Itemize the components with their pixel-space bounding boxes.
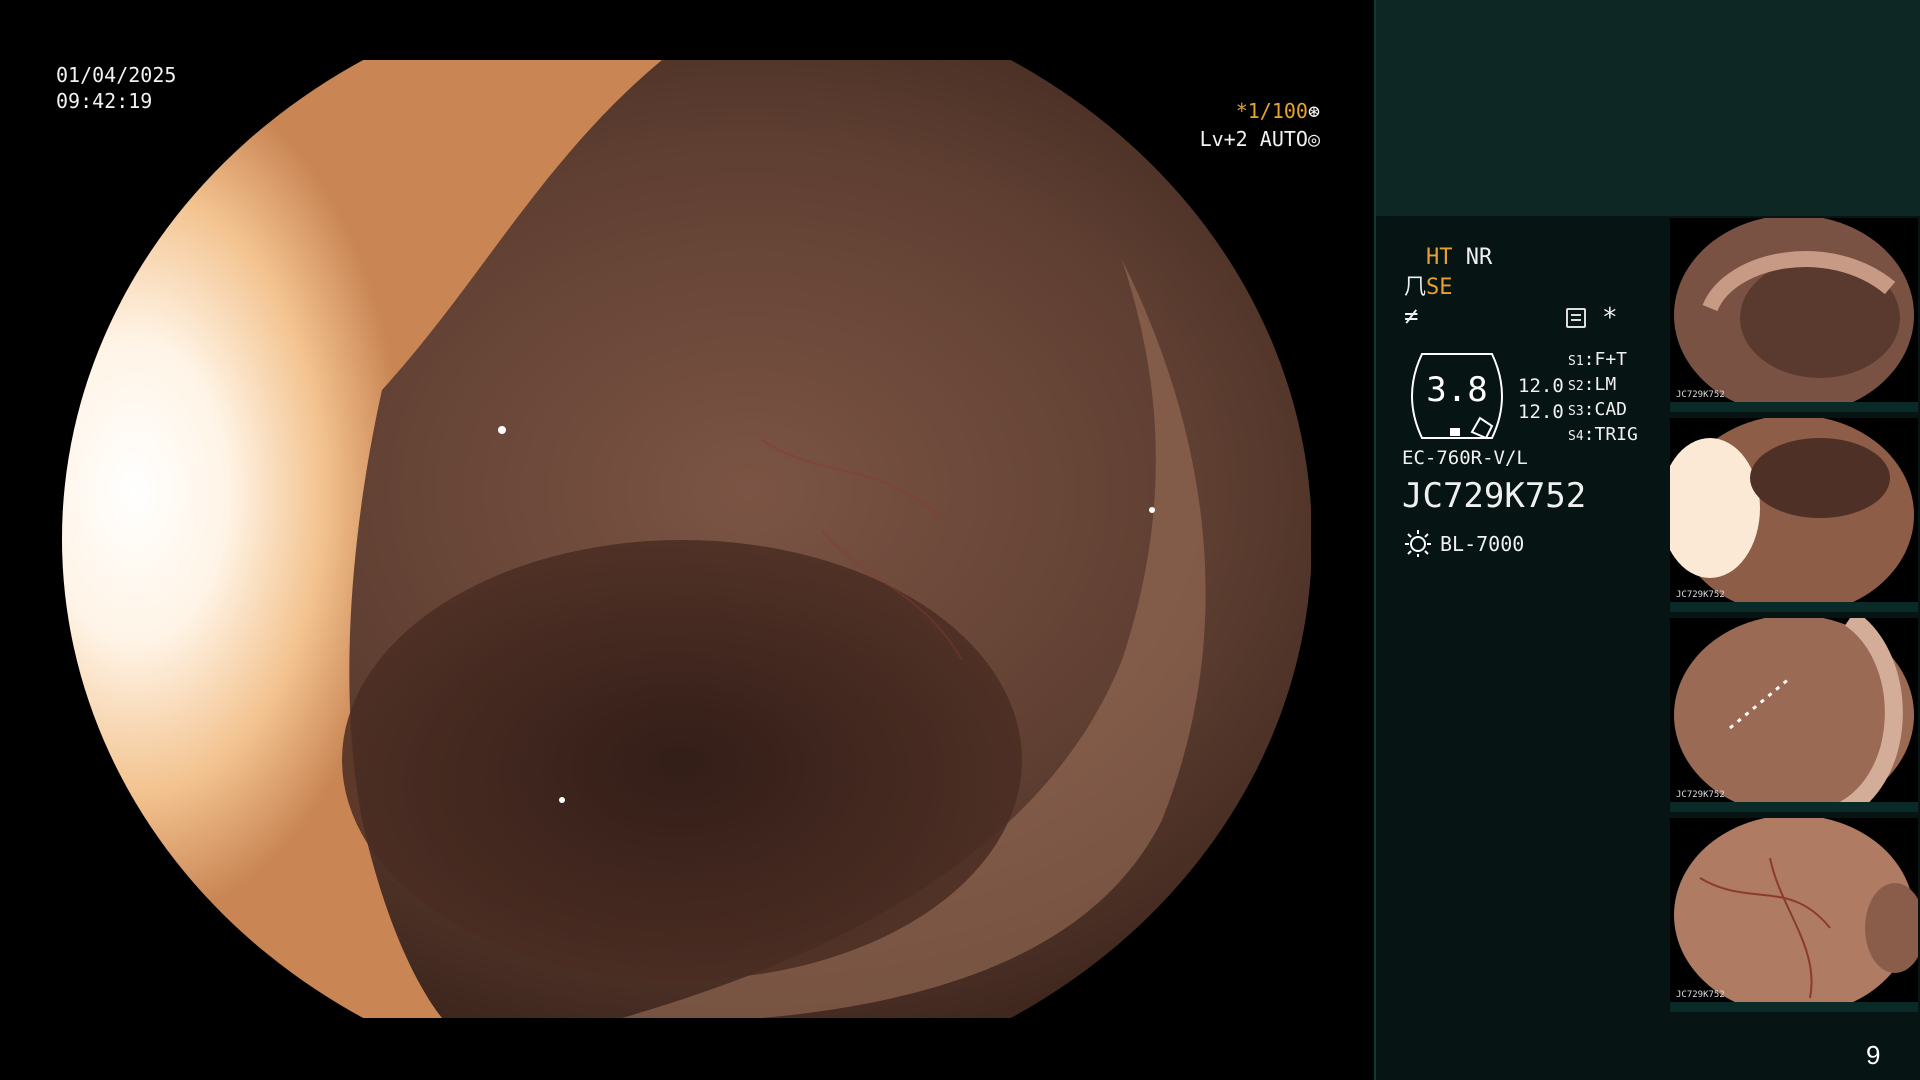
date-time: 01/04/2025 09:42:19 — [56, 62, 176, 114]
se-indicator: ⺇SE — [1404, 274, 1453, 302]
thumbnail-image — [1674, 818, 1918, 1012]
thumbnail[interactable]: JC729K752 — [1670, 218, 1918, 412]
gauge-value: 3.8 — [1426, 370, 1488, 410]
zoom-gauge: 3.8 — [1402, 352, 1512, 440]
not-equal-icon: ≠ — [1404, 302, 1419, 330]
ht-nr-indicator: HT NR — [1426, 244, 1492, 272]
enhance-icon: ⺇ — [1404, 275, 1427, 300]
thumbnail-image — [1670, 418, 1914, 612]
thumbnail-bar — [1670, 402, 1918, 412]
thumbnail-bar — [1670, 1002, 1918, 1012]
endoscope-image — [62, 60, 1311, 1018]
thumbnail[interactable]: JC729K752 — [1670, 618, 1918, 812]
thumbnail[interactable]: JC729K752 — [1670, 818, 1918, 1012]
switch-slot: S1:F+T — [1568, 349, 1628, 370]
thumbnail-bar — [1670, 602, 1918, 612]
date-text: 01/04/2025 — [56, 63, 177, 87]
exposure-level: Lv+2 AUTO◎ — [1190, 126, 1320, 152]
nr-label: NR — [1465, 245, 1493, 270]
aperture-icon: ⊛ — [1307, 99, 1320, 123]
gain-bottom: 12.0 — [1518, 401, 1564, 423]
exposure-mode: AUTO — [1259, 127, 1308, 151]
endoscope-view — [62, 60, 1311, 1018]
scope-serial: JC729K752 — [1402, 476, 1587, 516]
thumbnail-id: JC729K752 — [1676, 590, 1725, 600]
light-source-icon — [1405, 530, 1431, 557]
gain-top: 12.0 — [1518, 375, 1564, 397]
thumbnail[interactable]: JC729K752 — [1670, 418, 1918, 612]
thumbnail-bar — [1670, 802, 1918, 812]
se-label: SE — [1426, 275, 1453, 300]
thumbnail-id: JC729K752 — [1676, 990, 1725, 1000]
menu-icon[interactable] — [1566, 308, 1586, 328]
shutter-indicator: *1/100⊛ — [1190, 98, 1320, 124]
time-text: 09:42:19 — [56, 89, 153, 113]
thumbnail-image — [1674, 618, 1914, 812]
scope-model: EC-760R-V/L — [1402, 447, 1528, 469]
switch-slot: S4:TRIG — [1568, 424, 1638, 445]
star-indicator: * — [1602, 303, 1618, 333]
thumbnail-id: JC729K752 — [1676, 790, 1725, 800]
iris-icon: ◎ — [1307, 127, 1320, 151]
panel-header — [1374, 0, 1920, 216]
switch-slot: S2:LM — [1568, 374, 1617, 395]
level-value: Lv+2 — [1199, 127, 1248, 151]
ht-label: HT — [1426, 245, 1453, 270]
shutter-ratio: *1/100 — [1235, 99, 1308, 123]
switch-slot: S3:CAD — [1568, 399, 1628, 420]
page-number: 9 — [1866, 1040, 1881, 1070]
thumbnail-image — [1674, 218, 1914, 412]
light-source-label: BL-7000 — [1440, 532, 1525, 556]
thumbnail-id: JC729K752 — [1676, 390, 1725, 400]
